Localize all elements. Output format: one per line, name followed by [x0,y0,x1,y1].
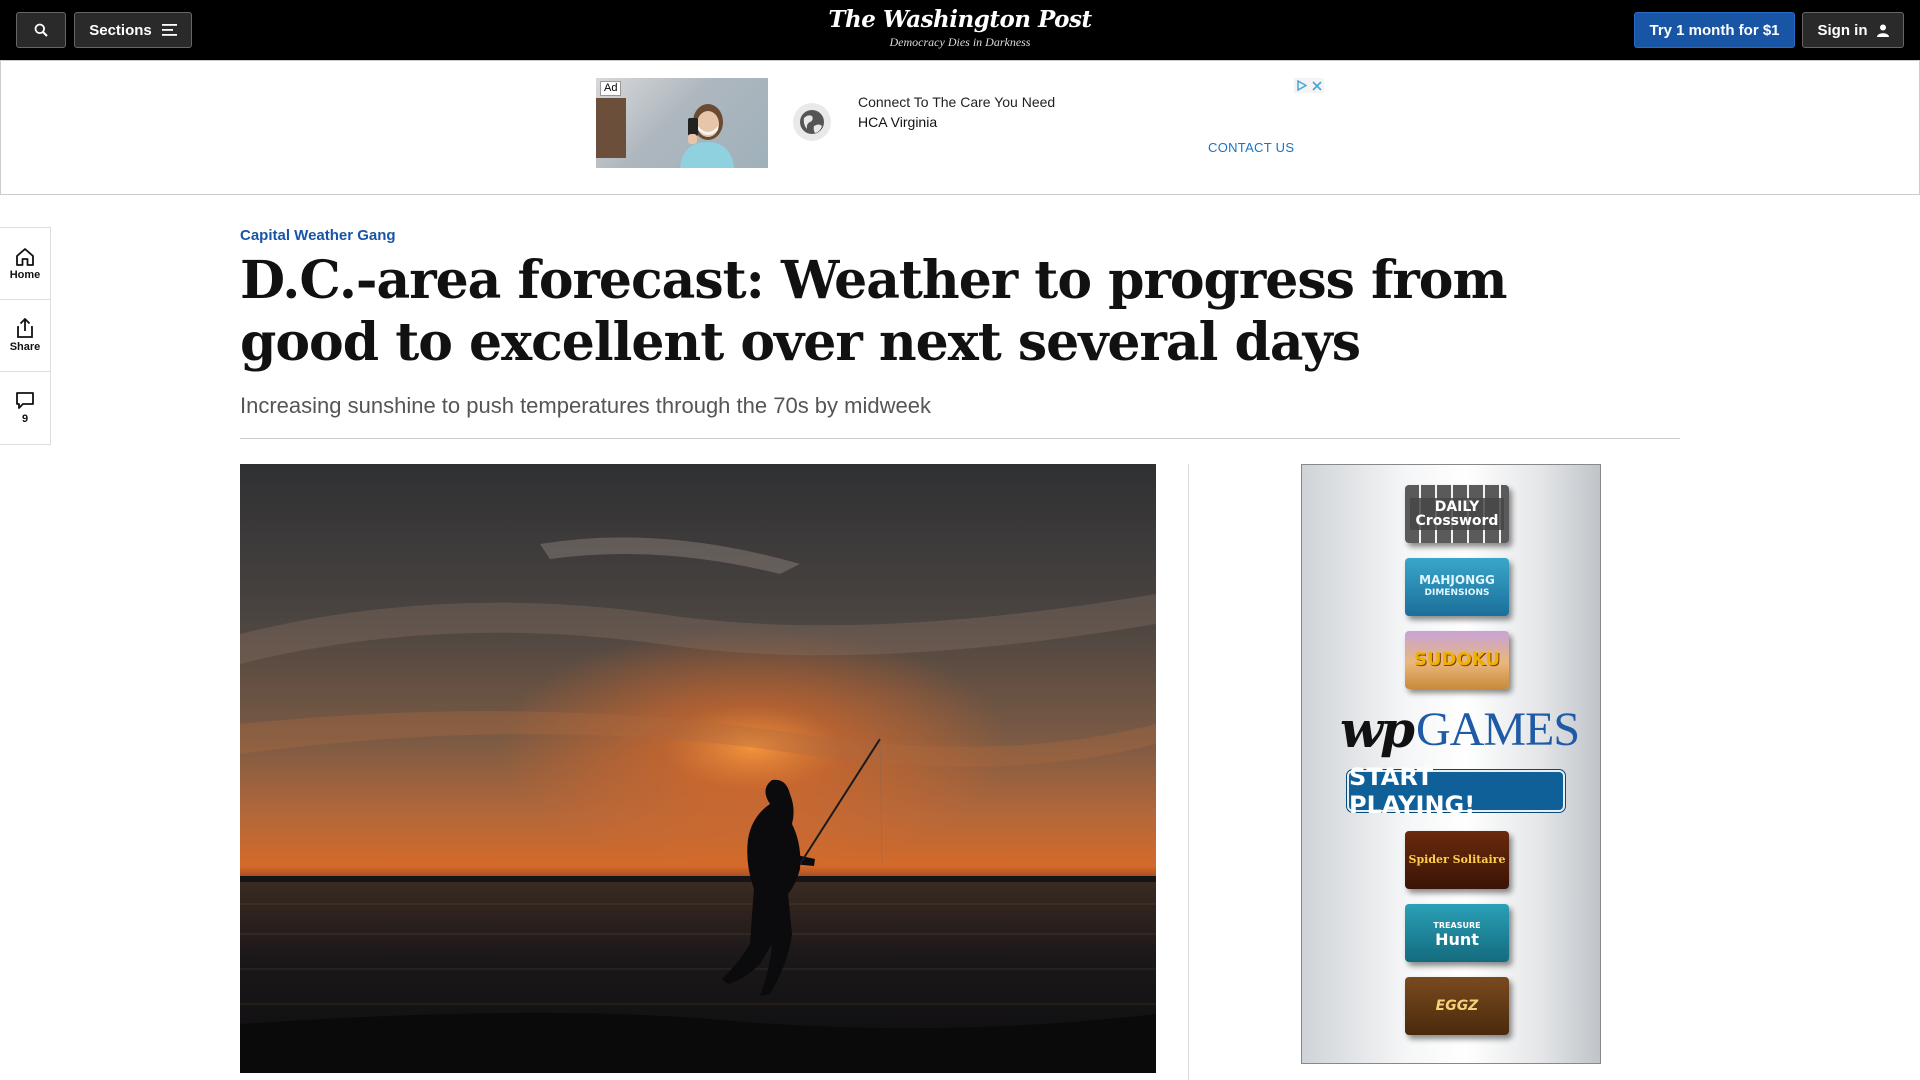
game-tile-eggz-label: EGGZ [1435,998,1479,1014]
article-subheadline: Increasing sunshine to push temperatures… [240,393,931,418]
comment-icon [16,392,34,409]
search-icon [34,23,48,37]
game-tile-mahjongg[interactable]: MAHJONGG DIMENSIONS [1405,558,1509,616]
header-divider [240,438,1680,439]
rail-comments-button[interactable]: 9 [0,372,50,444]
user-icon [1876,24,1889,37]
game-tile-treasure-hunt[interactable]: TREASURE Hunt [1405,904,1509,962]
ad-advertiser: HCA Virginia [858,114,938,130]
globe-icon[interactable] [792,102,832,142]
games-ad[interactable]: DAILY Crossword MAHJONGG DIMENSIONS SUDO… [1301,464,1601,1064]
home-icon [16,247,34,266]
sign-in-button[interactable]: Sign in [1802,12,1904,48]
ad-headline[interactable]: Connect To The Care You Need [858,94,1055,110]
share-icon [17,318,33,338]
rail-share-label: Share [9,341,41,353]
game-tile-eggz[interactable]: EGGZ [1405,977,1509,1035]
ad-choices[interactable] [1294,78,1324,93]
ad-contact-link[interactable]: CONTACT US [1208,140,1294,155]
ad-image-person [680,104,734,168]
adchoices-icon [1296,80,1307,91]
column-divider [1188,464,1189,1080]
game-tile-crossword-line1: DAILY [1434,499,1480,515]
game-tile-mahjongg-line1: MAHJONGG [1419,573,1495,587]
game-tile-spider-solitaire-label: Spider Solitaire [1408,853,1506,866]
rail-share-button[interactable]: Share [0,300,50,372]
top-navigation-bar: Sections The Washington Post Democracy D… [0,0,1920,60]
section-kicker[interactable]: Capital Weather Gang [240,227,396,244]
rail-home-button[interactable]: Home [0,228,50,300]
left-action-rail: Home Share 9 [0,227,51,445]
ad-image-shelf [596,98,626,158]
game-tile-crossword[interactable]: DAILY Crossword [1405,485,1509,543]
rail-home-label: Home [9,268,41,281]
ad-label-badge: Ad [600,81,622,96]
rail-comments-count: 9 [21,413,29,425]
game-tile-crossword-line2: Crossword [1415,513,1499,529]
close-icon[interactable] [1311,80,1322,91]
ad-image[interactable]: Ad [596,78,768,168]
game-tile-treasure-hunt-line2: Hunt [1435,930,1479,949]
hamburger-icon [161,24,177,36]
article-headline: D.C.-area forecast: Weather to progress … [240,250,1508,373]
sections-label: Sections [89,21,152,39]
hero-photo[interactable] [240,464,1156,1073]
wp-games-logo-games: GAMES [1416,702,1580,756]
game-tile-sudoku[interactable]: SUDOKU [1405,631,1509,689]
subscribe-button[interactable]: Try 1 month for $1 [1634,12,1795,48]
masthead[interactable]: The Washington Post Democracy Dies in Da… [810,6,1110,50]
display-ad[interactable]: Ad Connect To The Care You Need HCA Virg… [596,78,1324,168]
wp-games-logo-wp: wp [1340,699,1415,759]
game-tile-mahjongg-line2: DIMENSIONS [1424,588,1490,598]
search-button[interactable] [16,12,66,48]
site-tagline: Democracy Dies in Darkness [889,35,1031,49]
start-playing-button[interactable]: START PLAYING! [1347,763,1565,819]
game-tile-sudoku-label: SUDOKU [1413,649,1501,670]
sign-in-label: Sign in [1817,21,1868,39]
game-tile-spider-solitaire[interactable]: Spider Solitaire [1405,831,1509,889]
sunset-fisherman-image [240,464,1156,1073]
wp-games-logo: wp GAMES [1340,699,1580,759]
site-logo[interactable]: The Washington Post [810,6,1110,33]
sections-menu-button[interactable]: Sections [74,12,192,48]
